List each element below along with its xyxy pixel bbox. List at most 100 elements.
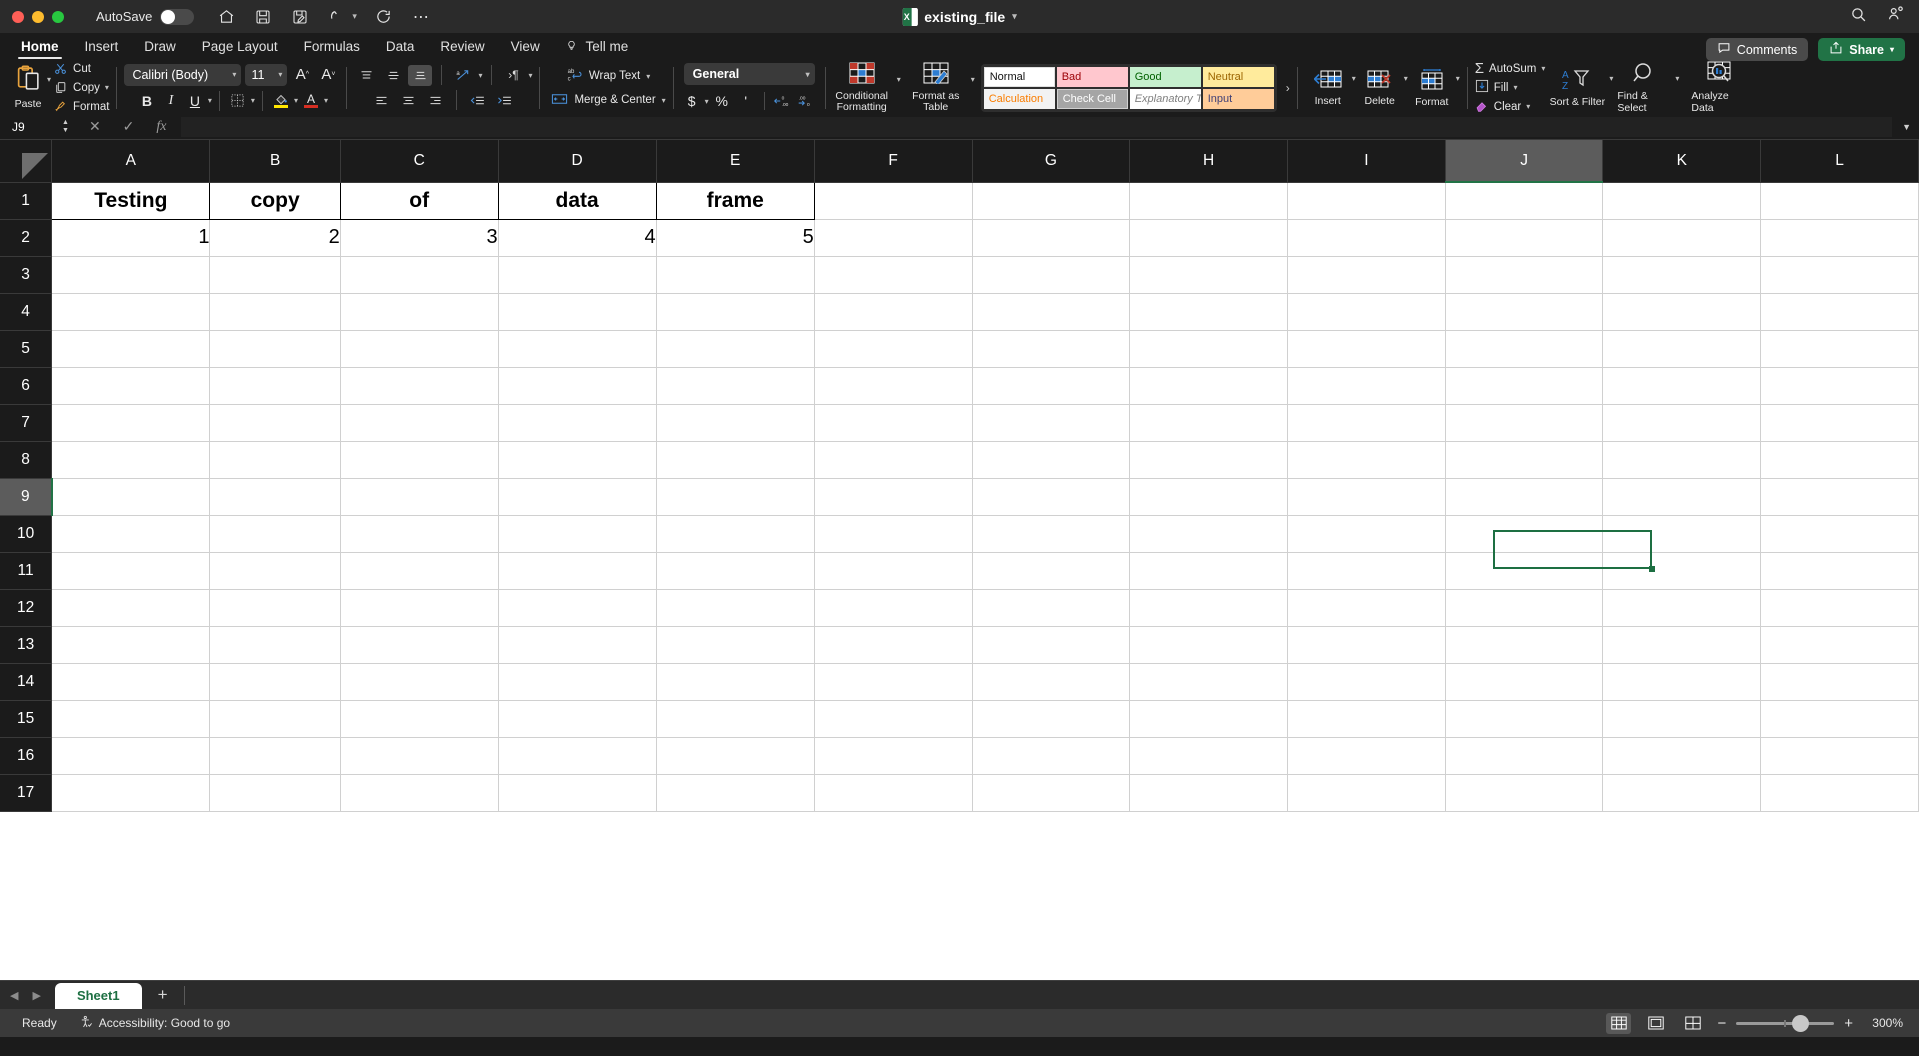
cell-style-normal[interactable]: Normal [983,66,1055,87]
cell-J2[interactable] [1445,219,1604,257]
cell-A17[interactable] [51,774,211,812]
cell-G13[interactable] [972,626,1131,664]
cell-D12[interactable] [498,589,657,627]
increase-decimal-button[interactable]: 0.00 [772,90,794,112]
cell-G4[interactable] [972,293,1131,331]
column-header-B[interactable]: B [209,140,341,183]
align-right-button[interactable] [423,90,447,111]
cell-K10[interactable] [1602,515,1762,553]
cell-I17[interactable] [1287,774,1446,812]
cell-I10[interactable] [1287,515,1446,553]
cell-J11[interactable] [1445,552,1604,590]
cell-L14[interactable] [1760,663,1919,701]
normal-view-button[interactable] [1606,1012,1632,1034]
cell-I1[interactable] [1287,182,1446,220]
cell-B3[interactable] [209,256,341,294]
orientation-dropdown-icon[interactable]: ▾ [478,71,482,80]
cell-K6[interactable] [1602,367,1762,405]
cell-I13[interactable] [1287,626,1446,664]
cell-J7[interactable] [1445,404,1604,442]
cell-style-neutral[interactable]: Neutral [1202,66,1274,87]
cancel-entry-icon[interactable]: ✕ [89,118,101,135]
previous-sheet-icon[interactable]: ◀ [10,989,18,1002]
home-icon[interactable] [216,7,236,27]
column-header-A[interactable]: A [51,140,211,183]
align-center-button[interactable] [396,90,420,111]
decrease-font-size-button[interactable]: A ˅ [317,64,339,86]
cell-H13[interactable] [1129,626,1289,664]
cell-D1[interactable]: data [498,182,657,220]
cell-F9[interactable] [814,478,973,516]
cell-G17[interactable] [972,774,1131,812]
cell-L16[interactable] [1760,737,1919,775]
cell-style-calculation[interactable]: Calculation [983,88,1055,109]
cell-I16[interactable] [1287,737,1446,775]
cell-G2[interactable] [972,219,1131,257]
cell-K16[interactable] [1602,737,1762,775]
cell-K15[interactable] [1602,700,1762,738]
cell-J17[interactable] [1445,774,1604,812]
close-window-button[interactable] [12,10,24,23]
delete-cells-dropdown-icon[interactable]: ▾ [1404,74,1408,83]
cell-E2[interactable]: 5 [656,219,815,257]
cell-J15[interactable] [1445,700,1604,738]
cell-K1[interactable] [1602,182,1762,220]
text-direction-button[interactable]: ›¶ [501,65,525,86]
save-icon[interactable] [253,7,273,27]
format-cells-button[interactable]: Format [1409,68,1455,108]
cell-G9[interactable] [972,478,1131,516]
cell-A9[interactable] [51,478,211,516]
align-bottom-button[interactable] [408,64,433,86]
cell-J9[interactable] [1445,478,1604,516]
cell-L13[interactable] [1760,626,1919,664]
increase-indent-button[interactable] [493,90,517,111]
cell-D14[interactable] [498,663,657,701]
cell-I14[interactable] [1287,663,1446,701]
cell-B6[interactable] [209,367,341,405]
cell-B5[interactable] [209,330,341,368]
cell-A5[interactable] [51,330,211,368]
cell-B2[interactable]: 2 [209,219,341,257]
column-header-L[interactable]: L [1760,140,1919,183]
cell-L11[interactable] [1760,552,1919,590]
expand-formula-bar-icon[interactable]: ▼ [1902,122,1919,132]
column-header-E[interactable]: E [656,140,815,183]
cell-B13[interactable] [209,626,341,664]
cell-B17[interactable] [209,774,341,812]
quick-access-toolbar[interactable]: ▾ ⋯ [216,7,431,27]
cell-K5[interactable] [1602,330,1762,368]
row-header-10[interactable]: 10 [0,515,53,553]
sheet-nav-arrows[interactable]: ◀ ▶ [0,989,55,1009]
cell-J14[interactable] [1445,663,1604,701]
cell-E16[interactable] [656,737,815,775]
cell-A13[interactable] [51,626,211,664]
cell-C14[interactable] [340,663,499,701]
cell-H14[interactable] [1129,663,1289,701]
fill-button[interactable]: Fill ▾ [1475,79,1546,96]
spreadsheet-grid[interactable]: A B C D E F G H I J K L 1 Testing copy o… [0,140,1919,980]
cell-E15[interactable] [656,700,815,738]
cell-J10[interactable] [1445,515,1604,553]
zoom-slider[interactable]: − + [1717,1014,1853,1032]
cell-F7[interactable] [814,404,973,442]
cell-C6[interactable] [340,367,499,405]
cell-C12[interactable] [340,589,499,627]
number-format-select[interactable]: General ▾ [683,63,815,85]
row-header-15[interactable]: 15 [0,700,53,738]
cell-E14[interactable] [656,663,815,701]
cell-L12[interactable] [1760,589,1919,627]
cell-I9[interactable] [1287,478,1446,516]
conditional-formatting-dropdown-icon[interactable]: ▾ [897,75,901,84]
cell-H17[interactable] [1129,774,1289,812]
delete-cells-button[interactable]: Delete [1357,69,1403,107]
cell-K7[interactable] [1602,404,1762,442]
row-header-17[interactable]: 17 [0,774,53,812]
cell-I6[interactable] [1287,367,1446,405]
cell-F15[interactable] [814,700,973,738]
orientation-button[interactable]: a [451,65,475,86]
cell-J6[interactable] [1445,367,1604,405]
cell-G14[interactable] [972,663,1131,701]
cell-A10[interactable] [51,515,211,553]
cell-D16[interactable] [498,737,657,775]
search-icon[interactable] [1850,6,1867,28]
